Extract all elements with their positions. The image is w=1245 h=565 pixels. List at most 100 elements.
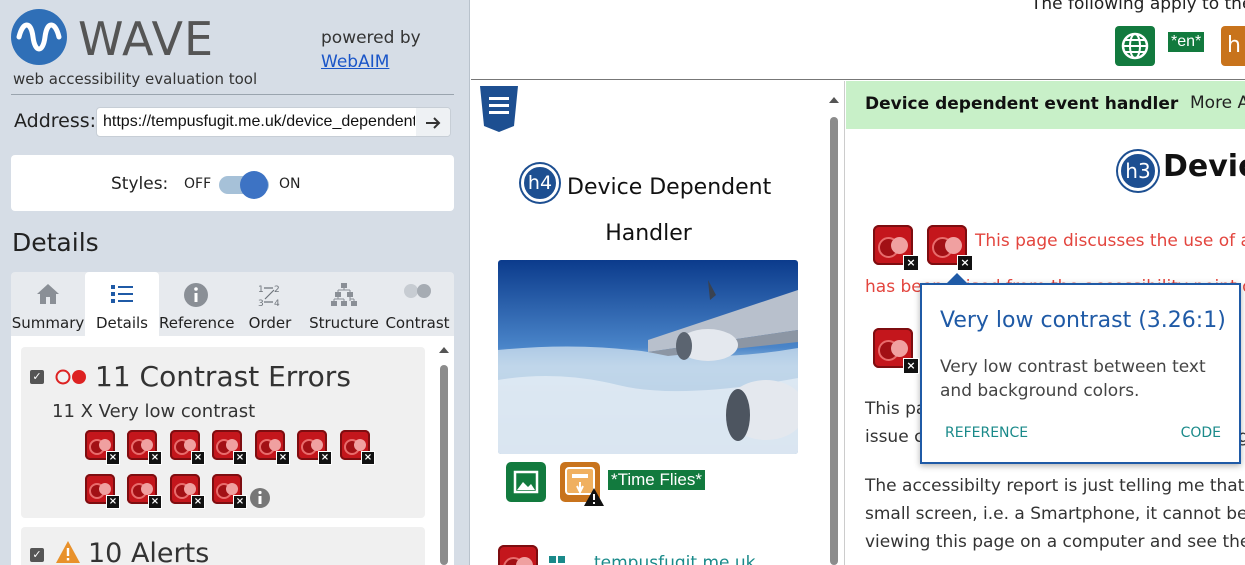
section-heading: Device (1163, 149, 1245, 184)
webaim-link[interactable]: WebAIM (321, 52, 389, 72)
tab-contrast[interactable]: Contrast (381, 272, 454, 336)
alerts-card (21, 527, 425, 565)
contrast-error-icon[interactable]: × (297, 430, 332, 465)
language-badge[interactable]: *en* (1168, 32, 1205, 52)
order-icon: 1 2 3 4 (258, 285, 280, 308)
site-link[interactable]: tempusfugit.me.uk (594, 553, 756, 565)
contrast-error-icon[interactable]: × (340, 430, 375, 465)
contrast-error-icon[interactable]: × (127, 430, 162, 465)
alerts-checkbox[interactable]: ✓ (30, 548, 44, 562)
alerts-title: 10 Alerts (88, 538, 210, 565)
wave-sidebar: WAVE web accessibility evaluation tool p… (0, 0, 470, 565)
paragraph-text: This pa (865, 399, 927, 419)
contrast-icon (55, 369, 86, 385)
page-topbar: The following apply to the *en* h (471, 0, 1245, 80)
tab-structure[interactable]: Structure (307, 272, 381, 336)
styles-on-label: ON (279, 176, 301, 192)
svg-text:3: 3 (258, 299, 264, 308)
tooltip-title: Very low contrast (3.26:1) (940, 308, 1226, 333)
contrast-error-icon[interactable]: × (170, 474, 205, 509)
address-input[interactable]: https://tempusfugit.me.uk/device_depende… (96, 107, 451, 137)
warning-icon (56, 541, 80, 563)
paragraph-line: menu appears. (865, 556, 1245, 565)
styles-label: Styles: (111, 174, 169, 194)
tab-details[interactable]: Details (85, 272, 159, 336)
tab-details-label: Details (95, 314, 148, 332)
page-preview-left: h4 Device Dependent Handler *Time Flies*… (471, 81, 845, 565)
arrow-right-icon (426, 117, 441, 129)
page-heading-line2: Handler (605, 221, 692, 246)
contrast-error-icon[interactable]: × (255, 430, 290, 465)
wave-logo-text: WAVE (78, 12, 215, 66)
contrast-error-icon[interactable]: × (212, 430, 247, 465)
paragraph-line: The accessibilty report is just telling … (865, 476, 1245, 496)
tab-order[interactable]: 12 3 4 Order (233, 272, 307, 336)
contrast-error-icon[interactable]: × (498, 545, 538, 565)
address-go-button[interactable] (416, 108, 450, 136)
structure-icon (331, 283, 357, 306)
info-icon (184, 283, 208, 307)
home-icon (37, 284, 59, 304)
contrast-tooltip: Very low contrast (3.26:1) Very low cont… (920, 273, 1241, 464)
page-heading-line1: Device Dependent (567, 175, 772, 200)
divider (11, 94, 454, 95)
powered-by-label: powered by (321, 28, 421, 48)
h3-icon[interactable]: h3 (1118, 151, 1158, 191)
wave-logo-icon (11, 9, 67, 65)
tab-structure-label: Structure (309, 314, 379, 332)
contrast-error-icon[interactable]: × (873, 328, 919, 374)
globe-icon[interactable] (1115, 26, 1155, 66)
tooltip-reference-link[interactable]: REFERENCE (945, 425, 1028, 441)
css-icon[interactable] (477, 85, 521, 133)
airplane-wing-photo (498, 260, 798, 454)
contrast-error-icon[interactable]: × (873, 225, 919, 271)
paragraph-line: viewing this page on a computer and see … (865, 532, 1245, 552)
contrast-error-icon[interactable]: × (85, 474, 120, 509)
contrast-icon (403, 284, 431, 298)
svg-text:2: 2 (274, 285, 280, 295)
tab-summary[interactable]: Summary (11, 272, 85, 336)
svg-text:4: 4 (274, 299, 280, 308)
contrast-error-icon[interactable]: × (170, 430, 205, 465)
image-icon[interactable] (506, 462, 546, 502)
tab-reference-label: Reference (159, 314, 235, 332)
address-value[interactable]: https://tempusfugit.me.uk/device_depende… (103, 113, 415, 131)
tab-contrast-label: Contrast (385, 314, 450, 332)
details-scrollbar[interactable] (438, 345, 450, 565)
paragraph-text: issue c (865, 427, 924, 447)
paragraph-line: small screen, i.e. a Smartphone, it cann… (865, 504, 1245, 524)
details-heading: Details (12, 228, 99, 257)
contrast-errors-checkbox[interactable]: ✓ (30, 370, 44, 384)
styles-toggle-box: Styles: OFF ON (11, 155, 454, 211)
styles-toggle-knob[interactable] (240, 171, 268, 199)
alert-icon[interactable] (560, 462, 604, 506)
wave-tagline: web accessibility evaluation tool (13, 70, 258, 88)
tooltip-code-link[interactable]: CODE (1181, 425, 1221, 441)
apply-text: The following apply to the (1031, 0, 1245, 14)
contrast-error-icon[interactable]: × (212, 474, 247, 509)
tooltip-body: Very low contrast between text and backg… (940, 357, 1206, 401)
contrast-error-icon[interactable]: × (127, 474, 162, 509)
contrast-errors-title: 11 Contrast Errors (95, 360, 351, 393)
structure-icon[interactable] (549, 556, 567, 565)
styles-off-label: OFF (184, 176, 212, 192)
info-icon[interactable] (249, 487, 271, 509)
low-contrast-text: This page discusses the use of a (975, 231, 1245, 251)
heading-badge[interactable]: h (1221, 26, 1245, 66)
panel-tabs: Summary Details Reference 12 3 4 Order Str… (11, 272, 454, 336)
alt-text-badge[interactable]: *Time Flies* (608, 470, 705, 490)
tab-summary-label: Summary (11, 314, 85, 332)
list-icon (111, 285, 133, 303)
tab-order-label: Order (248, 314, 292, 332)
contrast-errors-item[interactable]: 11 X Very low contrast (52, 401, 255, 422)
preview-scrollbar[interactable] (828, 89, 840, 565)
h4-icon[interactable]: h4 (521, 164, 559, 202)
contrast-error-icon[interactable]: × (927, 225, 973, 271)
nav-current-page[interactable]: Device dependent event handler (865, 94, 1178, 114)
nav-bar: Device dependent event handler More A (846, 81, 1245, 129)
paragraph-body: The accessibilty report is just telling … (865, 472, 1245, 565)
tab-reference[interactable]: Reference (159, 272, 235, 336)
nav-more-link[interactable]: More A (1190, 93, 1245, 113)
contrast-error-icon[interactable]: × (85, 430, 120, 465)
svg-text:1: 1 (258, 285, 264, 295)
